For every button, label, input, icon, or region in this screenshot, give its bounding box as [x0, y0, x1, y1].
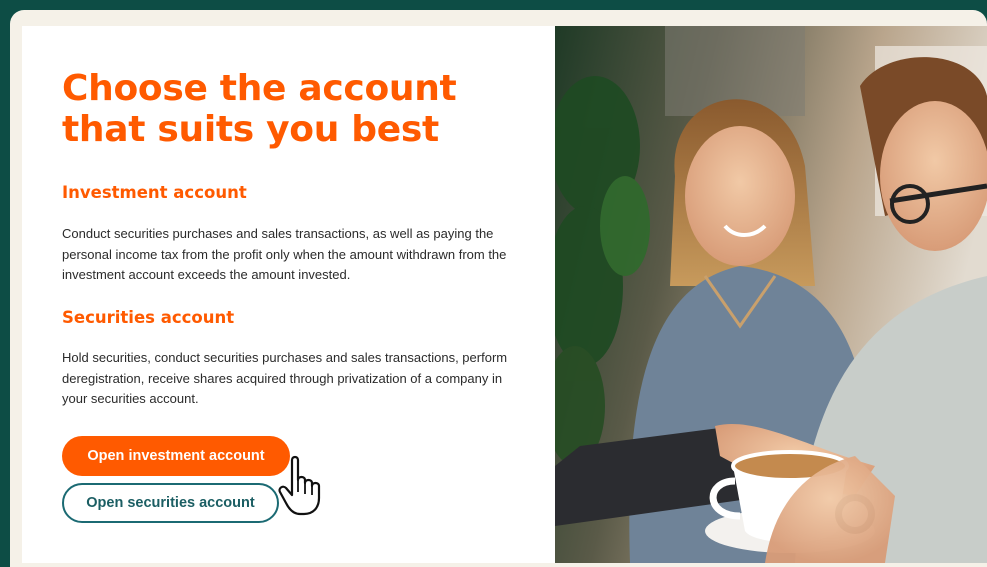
investment-account-heading: Investment account [62, 183, 247, 202]
photo-two-people-laptop-coffee [555, 26, 987, 563]
investment-account-description: Conduct securities purchases and sales t… [62, 226, 507, 282]
open-securities-account-button[interactable]: Open securities account [62, 483, 279, 523]
hand-pointer-icon [278, 455, 321, 516]
securities-account-heading: Securities account [62, 308, 235, 327]
page-title: Choose the account that suits you best [62, 68, 457, 150]
securities-account-description: Hold securities, conduct securities purc… [62, 350, 508, 406]
open-investment-account-button[interactable]: Open investment account [62, 436, 290, 476]
